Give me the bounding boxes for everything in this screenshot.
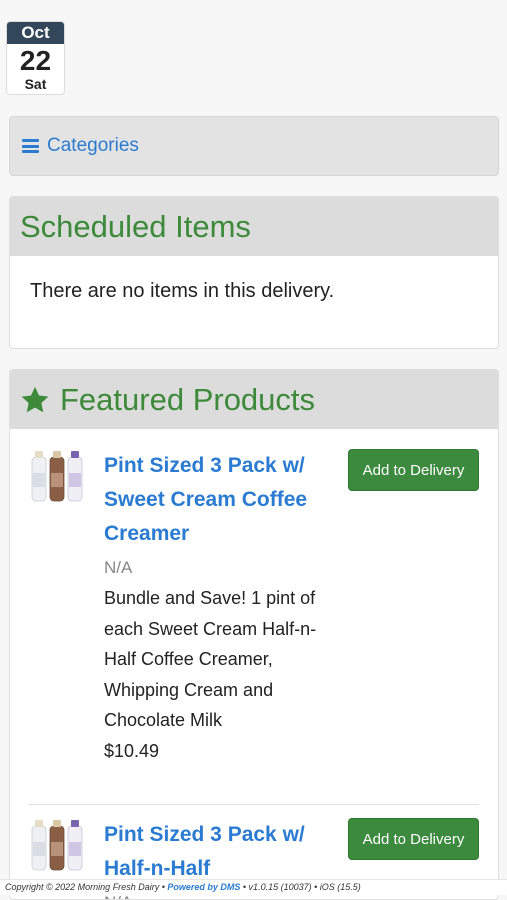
date-month: Oct xyxy=(7,22,64,44)
add-to-delivery-button[interactable]: Add to Delivery xyxy=(348,449,479,491)
product-divider xyxy=(29,804,479,805)
product-name[interactable]: Pint Sized 3 Pack w/ Half-n-Half xyxy=(104,818,334,886)
menu-bars-icon xyxy=(22,139,39,153)
product-price: $10.49 xyxy=(104,740,160,761)
footer: Copyright © 2022 Morning Fresh Dairy • P… xyxy=(0,879,507,895)
featured-products-header: Featured Products xyxy=(10,370,498,429)
product-sku: N/A xyxy=(104,558,133,577)
scheduled-items-panel: Scheduled Items There are no items in th… xyxy=(9,196,499,349)
footer-version: • v1.0.15 (10037) • iOS (15.5) xyxy=(242,882,361,892)
product-image xyxy=(31,820,83,871)
date-weekday: Sat xyxy=(24,76,47,92)
featured-products-panel: Featured Products Pint Sized 3 Pack w/ S… xyxy=(9,369,499,900)
add-to-delivery-button[interactable]: Add to Delivery xyxy=(348,818,479,860)
featured-products-title: Featured Products xyxy=(60,381,316,417)
categories-label: Categories xyxy=(47,135,139,156)
footer-copyright: Copyright © 2022 Morning Fresh Dairy • xyxy=(5,882,165,892)
categories-button[interactable]: Categories xyxy=(9,116,499,176)
product-image xyxy=(31,451,83,502)
scheduled-items-header: Scheduled Items xyxy=(10,197,498,256)
scheduled-items-title: Scheduled Items xyxy=(20,208,251,244)
product-item: Pint Sized 3 Pack w/ Sweet Cream Coffee … xyxy=(29,449,479,799)
date-day: 22 xyxy=(19,45,52,76)
scheduled-empty-message: There are no items in this delivery. xyxy=(30,280,335,302)
star-icon xyxy=(21,386,49,412)
delivery-date-card[interactable]: Oct 22 Sat xyxy=(6,21,65,95)
powered-by-link[interactable]: Powered by DMS xyxy=(167,882,240,892)
product-description: Bundle and Save! 1 pint of each Sweet Cr… xyxy=(104,588,317,730)
product-name[interactable]: Pint Sized 3 Pack w/ Sweet Cream Coffee … xyxy=(104,449,334,551)
